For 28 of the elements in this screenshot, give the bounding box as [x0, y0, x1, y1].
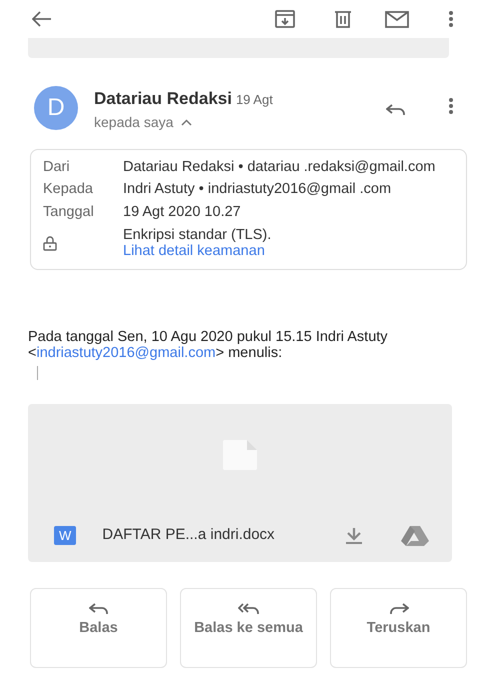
lock-icon — [43, 236, 57, 251]
sender-name: Datariau Redaksi — [94, 88, 232, 110]
forward-icon — [388, 602, 408, 615]
detail-label: Kepada — [43, 181, 94, 198]
archive-icon[interactable] — [273, 7, 297, 31]
avatar: D — [34, 86, 78, 130]
file-type-badge: W — [54, 526, 76, 546]
detail-label: Dari — [43, 158, 71, 176]
drive-icon[interactable] — [400, 524, 430, 548]
email-link[interactable]: indriastuty2016@gmail.com — [36, 344, 216, 361]
text-cursor — [37, 366, 38, 380]
reply-all-button[interactable]: Balas ke semua — [180, 588, 317, 668]
file-icon — [223, 440, 257, 470]
forward-button[interactable]: Teruskan — [330, 588, 467, 668]
message-date: 19 Agt — [236, 91, 273, 109]
reply-all-icon — [238, 602, 260, 615]
attachment-card[interactable]: W DAFTAR PE...a indri.docx — [28, 404, 452, 562]
detail-value: Indri Astuty • indriastuty2016@gmail .com — [123, 181, 392, 198]
quote-header: Pada tanggal Sen, 10 Agu 2020 pukul 15.15 Indri Astuty <indriastuty2016@gmail.com> menulis: — [28, 330, 389, 362]
security-text: Enkripsi standar (TLS). — [123, 226, 272, 244]
recipient-toggle[interactable]: kepada saya — [94, 112, 192, 132]
detail-value: 19 Agt 2020 10.27 — [123, 204, 241, 221]
detail-label: Tanggal — [43, 204, 95, 221]
attachment-filename: DAFTAR PE...a indri.docx — [102, 525, 276, 546]
reply-button[interactable]: Balas — [30, 588, 167, 668]
detail-value: Datariau Redaksi • datariau .redaksi@gmail.com — [123, 158, 436, 176]
security-link[interactable]: Lihat detail keamanan — [123, 243, 265, 260]
reply-icon — [88, 602, 108, 615]
